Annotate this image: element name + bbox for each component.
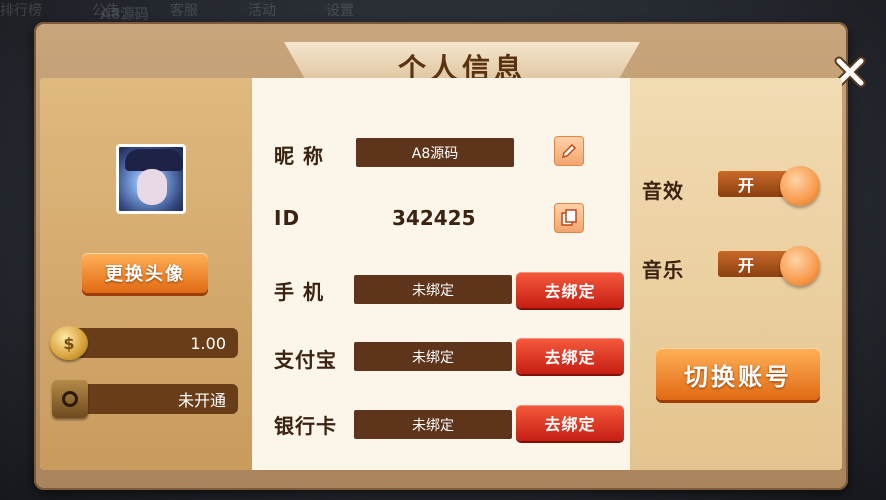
bind-phone-button[interactable]: 去绑定 (516, 272, 624, 308)
phone-field: 未绑定 (354, 275, 512, 304)
gold-balance: 1.00 (62, 328, 238, 358)
change-avatar-button[interactable]: 更换头像 (82, 253, 208, 293)
coin-icon: $ (50, 326, 88, 360)
id-value: 342425 (392, 206, 476, 230)
id-label: ID (274, 206, 301, 230)
background-user-hint: A8源码 (100, 7, 149, 23)
edit-nickname-button[interactable] (554, 136, 584, 166)
music-toggle-state: 开 (738, 256, 755, 275)
avatar[interactable] (116, 144, 186, 214)
alipay-field: 未绑定 (354, 342, 512, 371)
bank-card-field: 未绑定 (354, 410, 512, 439)
bg-bottom-item: 排行榜 (0, 3, 42, 19)
nickname-field: A8源码 (356, 138, 514, 167)
alipay-label: 支付宝 (274, 348, 337, 372)
safe-value: 未开通 (177, 391, 226, 410)
sound-effects-label: 音效 (642, 179, 684, 203)
phone-label: 手 机 (274, 280, 324, 304)
sound-effects-toggle[interactable]: 开 (718, 166, 822, 206)
sound-toggle-state: 开 (738, 176, 755, 195)
nickname-label: 昵 称 (274, 144, 324, 168)
bind-bank-card-button[interactable]: 去绑定 (516, 405, 624, 441)
gold-value: 1.00 (190, 333, 226, 353)
switch-account-button[interactable]: 切换账号 (656, 348, 820, 400)
copy-icon (561, 209, 577, 226)
music-label: 音乐 (642, 258, 684, 282)
toggle-knob (780, 246, 820, 286)
bind-alipay-button[interactable]: 去绑定 (516, 338, 624, 374)
safe-box-icon (52, 380, 88, 418)
pencil-icon (561, 143, 577, 159)
copy-id-button[interactable] (554, 203, 584, 233)
bank-card-label: 银行卡 (274, 414, 337, 438)
safe-status: 未开通 (62, 384, 238, 414)
toggle-knob (780, 166, 820, 206)
music-toggle[interactable]: 开 (718, 246, 822, 286)
